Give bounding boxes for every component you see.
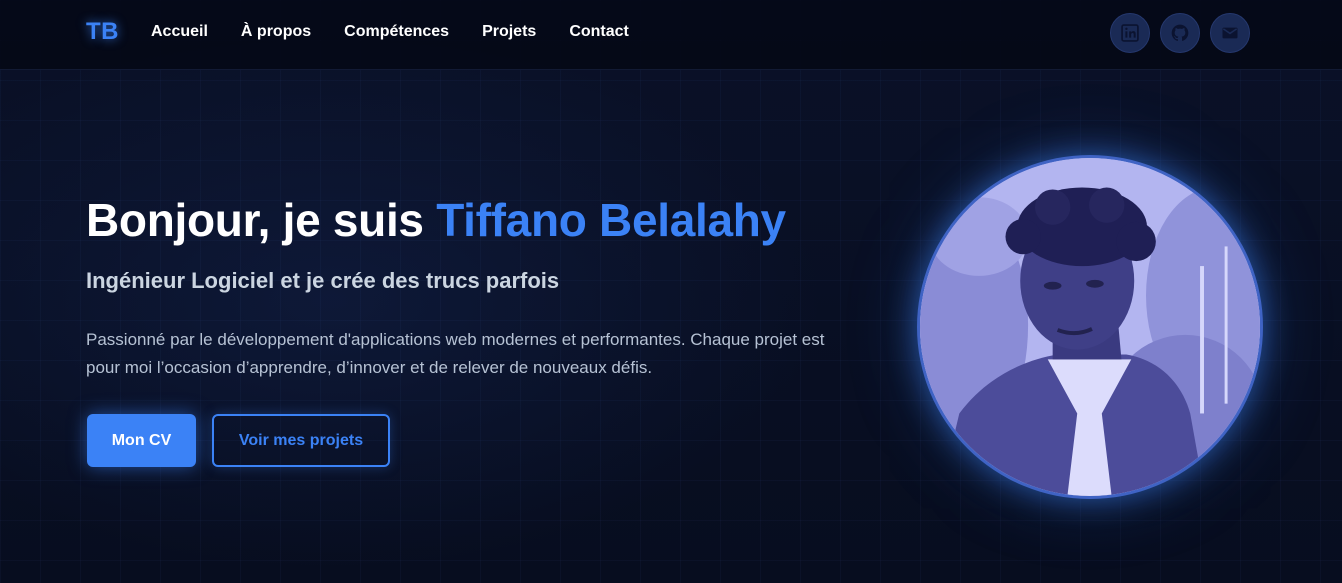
linkedin-button[interactable] [1110, 13, 1150, 53]
profile-photo-illustration [920, 158, 1260, 496]
nav-link-a-propos[interactable]: À propos [241, 23, 311, 41]
main-menu: Accueil À propos Compétences Projets Con… [151, 23, 662, 41]
nav-link-projets[interactable]: Projets [482, 23, 536, 41]
linkedin-icon [1121, 24, 1139, 42]
mail-icon [1222, 27, 1238, 39]
social-links [1110, 13, 1260, 53]
hero-name: Tiffano Belalahy [436, 194, 786, 246]
top-navbar: TB Accueil À propos Compétences Projets … [0, 0, 1342, 70]
view-projects-button[interactable]: Voir mes projets [212, 414, 390, 467]
github-icon [1171, 24, 1189, 41]
nav-link-contact[interactable]: Contact [569, 23, 629, 41]
hero-title: Bonjour, je suis Tiffano Belalahy [86, 193, 786, 247]
hero-subtitle: Ingénieur Logiciel et je crée des trucs … [86, 268, 560, 293]
nav-link-competences[interactable]: Compétences [344, 23, 449, 41]
cv-button[interactable]: Mon CV [87, 414, 196, 467]
hero-description: Passionné par le développement d'applica… [86, 330, 825, 377]
nav-link-accueil[interactable]: Accueil [151, 23, 208, 41]
profile-photo [917, 155, 1263, 499]
github-button[interactable] [1160, 13, 1200, 53]
mail-button[interactable] [1210, 13, 1250, 53]
hero-greeting: Bonjour, je suis [86, 194, 437, 246]
site-logo[interactable]: TB [86, 18, 119, 46]
